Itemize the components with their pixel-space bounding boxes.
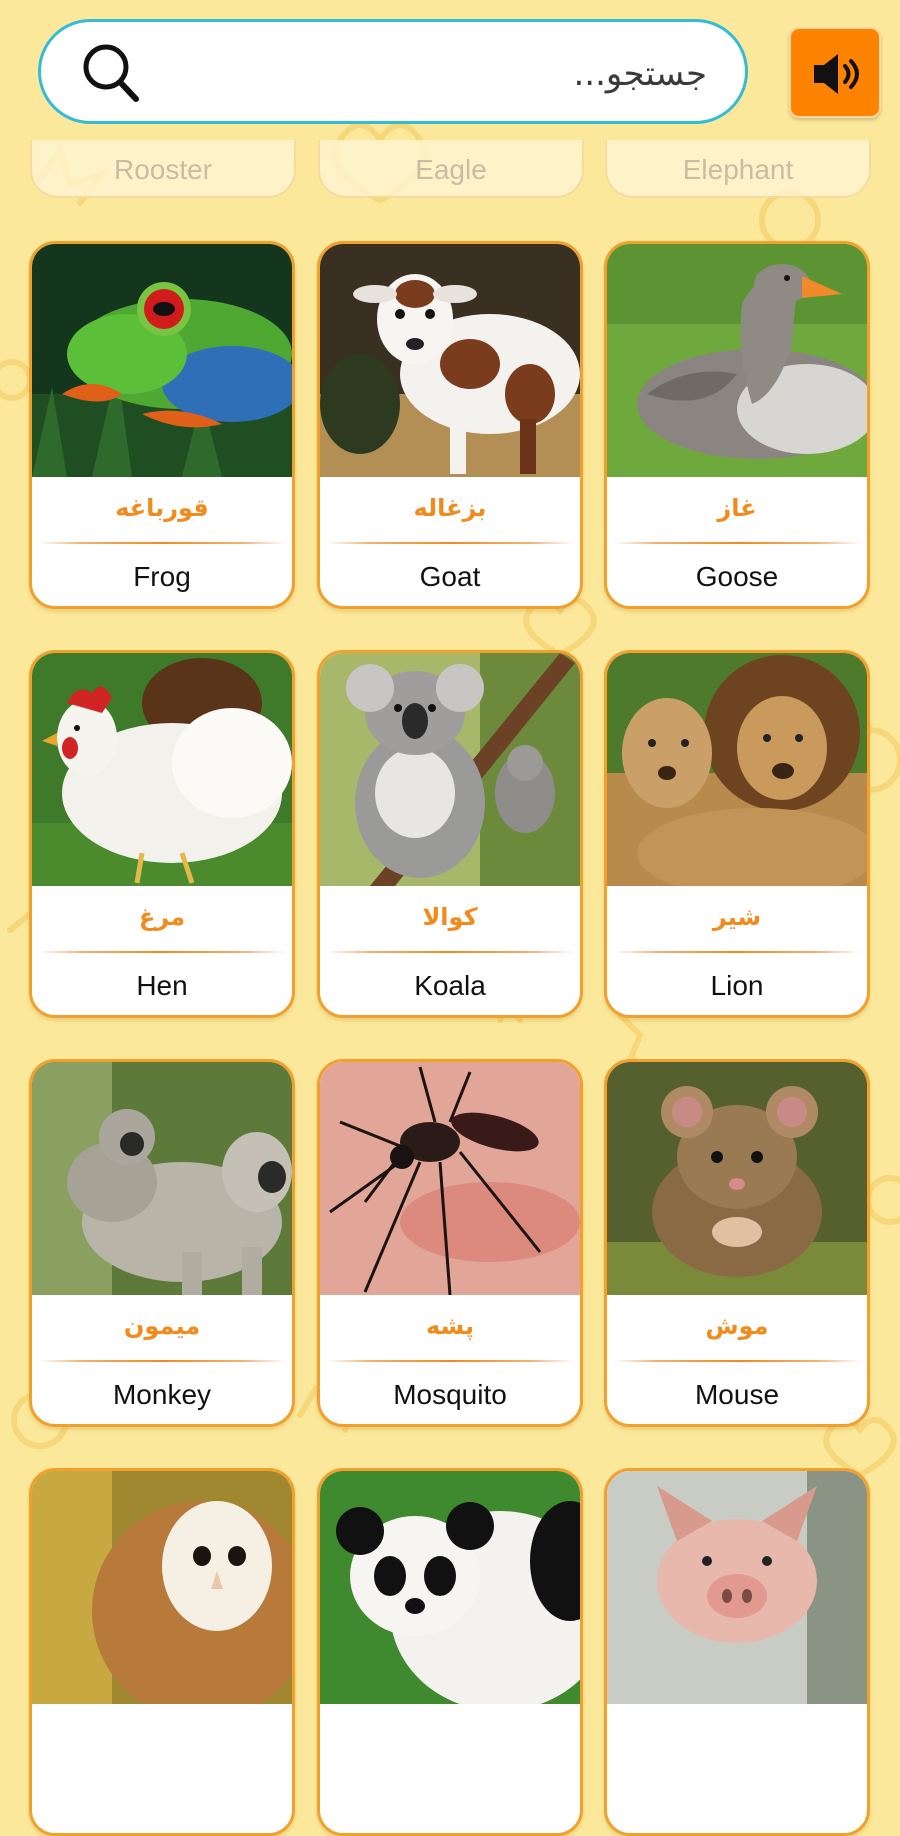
card-label-fa: مرغ [138, 903, 186, 931]
animal-card-koala[interactable]: کوالا Koala [317, 650, 583, 1018]
card-label-en: Mouse [694, 1379, 780, 1410]
card-divider [326, 542, 574, 544]
animal-card-goose[interactable]: غاز Goose [604, 241, 870, 609]
search-bar[interactable] [38, 19, 748, 124]
card-label-fa: موش [705, 1312, 769, 1340]
card-divider [613, 951, 861, 953]
pig-image [607, 1471, 867, 1704]
animal-card-mouse[interactable]: موش Mouse [604, 1059, 870, 1427]
mouse-image [607, 1062, 867, 1295]
card-divider [38, 1360, 286, 1362]
speaker-icon [814, 54, 859, 94]
card-divider [613, 1360, 861, 1362]
sound-toggle-button[interactable] [789, 27, 881, 118]
card-label-en: Lion [710, 970, 764, 1001]
animal-card-owl[interactable] [29, 1468, 295, 1836]
animal-card-mosquito[interactable]: پشه Mosquito [317, 1059, 583, 1427]
animal-card-pig[interactable] [604, 1468, 870, 1836]
card-label-fa: شیر [712, 903, 762, 931]
card-label-en: Rooster [113, 154, 213, 185]
card-divider [38, 951, 286, 953]
animal-card-goat[interactable]: بزغاله Goat [317, 241, 583, 609]
card-label-en: Monkey [112, 1379, 212, 1410]
card-label-fa: بزغاله [413, 494, 487, 522]
frog-image [32, 244, 292, 477]
card-label-en: Frog [133, 561, 191, 592]
top-bar [0, 0, 900, 140]
goat-image [320, 244, 580, 477]
panda-image [320, 1471, 580, 1704]
card-label-en: Koala [414, 970, 486, 1001]
card-label-en: Elephant [682, 154, 794, 185]
animal-card-frog[interactable]: قورباغه Frog [29, 241, 295, 609]
animal-card-hen[interactable]: مرغ Hen [29, 650, 295, 1018]
card-label-partial[interactable]: Rooster [30, 140, 296, 198]
card-label-fa: پشه [426, 1312, 474, 1340]
card-label-en: Goat [419, 561, 481, 592]
card-divider [326, 951, 574, 953]
card-label-fa: غاز [717, 494, 757, 522]
mosquito-image [320, 1062, 580, 1295]
card-label-fa: قورباغه [115, 494, 209, 522]
search-icon[interactable] [81, 42, 141, 104]
card-divider [613, 542, 861, 544]
card-label-fa: کوالا [422, 903, 478, 931]
card-label-en: Eagle [415, 154, 487, 185]
animal-card-lion[interactable]: شیر Lion [604, 650, 870, 1018]
animal-card-monkey[interactable]: میمون Monkey [29, 1059, 295, 1427]
card-label-en: Goose [695, 561, 779, 592]
hen-image [32, 653, 292, 886]
card-divider [326, 1360, 574, 1362]
card-divider [38, 542, 286, 544]
animal-card-panda[interactable] [317, 1468, 583, 1836]
monkey-image [32, 1062, 292, 1295]
card-label-en: Mosquito [393, 1379, 507, 1410]
previous-row-partial: Rooster Eagle Elephant [0, 140, 900, 202]
search-input[interactable] [181, 44, 709, 104]
card-label-partial[interactable]: Elephant [605, 140, 871, 198]
card-label-en: Hen [136, 970, 188, 1001]
card-label-fa: میمون [123, 1312, 201, 1340]
owl-image [32, 1471, 292, 1704]
lion-image [607, 653, 867, 886]
goose-image [607, 244, 867, 477]
card-label-partial[interactable]: Eagle [318, 140, 584, 198]
koala-image [320, 653, 580, 886]
